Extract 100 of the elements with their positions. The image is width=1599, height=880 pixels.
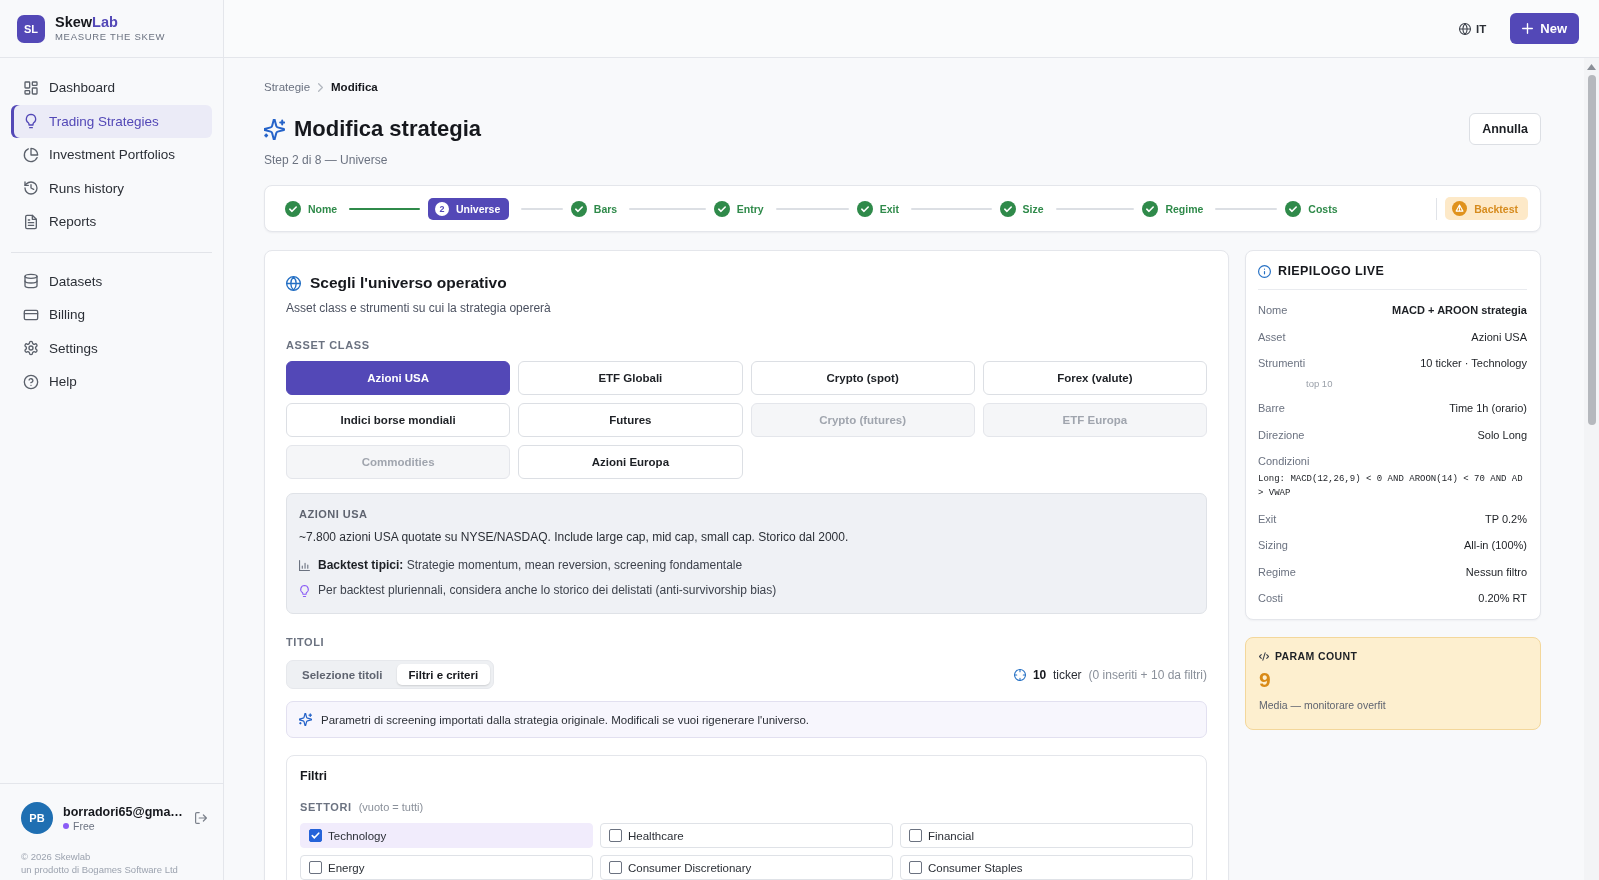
asset-class-label: ASSET CLASS bbox=[286, 338, 371, 352]
breadcrumb-link[interactable]: Strategie bbox=[264, 79, 311, 95]
summary-label: Nome bbox=[1258, 303, 1288, 318]
pie-chart-icon bbox=[23, 146, 39, 163]
asset-class-option[interactable]: Crypto (spot) bbox=[750, 361, 975, 395]
new-button[interactable]: New bbox=[1510, 13, 1579, 44]
checkbox[interactable] bbox=[309, 829, 322, 842]
step-button[interactable]: Bars bbox=[570, 200, 618, 217]
page-title: Modifica strategia bbox=[294, 115, 482, 143]
plus-icon bbox=[1522, 23, 1534, 34]
sector-option[interactable]: Energy bbox=[300, 855, 593, 880]
summary-label: Exit bbox=[1258, 511, 1277, 527]
step-button[interactable]: Size bbox=[999, 200, 1044, 217]
sector-option[interactable]: Financial bbox=[900, 823, 1193, 848]
typical-backtests-text: Backtest tipici: Strategie momentum, mean reversion, screening fondamentale bbox=[318, 557, 743, 574]
summary-note: top 10 bbox=[1306, 377, 1333, 390]
checkbox[interactable] bbox=[609, 861, 622, 874]
scroll-up-arrow-icon[interactable] bbox=[1587, 64, 1596, 70]
database-icon bbox=[23, 273, 39, 290]
help-icon bbox=[23, 373, 39, 390]
checkbox[interactable] bbox=[909, 829, 922, 842]
plan-dot-icon bbox=[63, 823, 69, 829]
step-button[interactable]: Costs bbox=[1285, 200, 1338, 217]
nav-item[interactable]: Help bbox=[11, 365, 212, 399]
summary-label: Asset bbox=[1258, 329, 1286, 345]
param-count-note: Media — monitorare overfit bbox=[1259, 698, 1387, 712]
sector-option[interactable]: Technology bbox=[300, 823, 593, 848]
globe-icon bbox=[1459, 22, 1472, 35]
checkbox[interactable] bbox=[909, 861, 922, 874]
asset-class-option[interactable]: Futures bbox=[518, 403, 743, 437]
grid-icon bbox=[23, 79, 39, 96]
brand-tagline: MEASURE THE SKEW bbox=[55, 31, 166, 43]
summary-value: Azioni USA bbox=[1471, 329, 1527, 345]
tab[interactable]: Selezione titoli bbox=[290, 664, 395, 685]
history-icon bbox=[23, 180, 39, 197]
nav-item[interactable]: Investment Portfolios bbox=[11, 138, 212, 172]
filters-title: Filtri bbox=[300, 768, 329, 784]
nav-item[interactable]: Datasets bbox=[11, 264, 212, 298]
sectors-label: SETTORI bbox=[300, 800, 352, 814]
nav-item[interactable]: Billing bbox=[11, 298, 212, 332]
scrollbar[interactable] bbox=[1584, 58, 1599, 880]
summary-label: Condizioni bbox=[1258, 454, 1311, 469]
asset-class-option[interactable]: Indici borse mondiali bbox=[286, 403, 511, 437]
globe-icon bbox=[286, 275, 301, 291]
section-title: Scegli l'universo operativo bbox=[310, 273, 507, 293]
info-description: ~7.800 azioni USA quotate su NYSE/NASDAQ. Include large cap, mid cap, small cap. Storico dal 2000. bbox=[299, 529, 850, 546]
logout-button[interactable] bbox=[195, 812, 207, 824]
step-button[interactable]: Entry bbox=[713, 200, 764, 217]
summary-label: Barre bbox=[1258, 401, 1285, 416]
step-button[interactable]: Regime bbox=[1142, 200, 1204, 217]
current-step-button[interactable]: 2 Universe bbox=[427, 197, 510, 220]
tab[interactable]: Filtri e criteri bbox=[396, 664, 491, 685]
sparkle-icon bbox=[299, 713, 312, 726]
sector-option[interactable]: Consumer Staples bbox=[900, 855, 1193, 880]
summary-value: Time 1h (orario) bbox=[1449, 401, 1527, 416]
logo-badge: SL bbox=[17, 14, 45, 43]
conditions-code: Long: MACD(12,26,9) < 0 AND AROON(14) < 70 AND AD > VWAP bbox=[1258, 473, 1524, 500]
checkbox[interactable] bbox=[609, 829, 622, 842]
step-connector bbox=[521, 207, 563, 210]
step-button[interactable]: Nome bbox=[285, 200, 338, 217]
scrollbar-thumb[interactable] bbox=[1587, 75, 1596, 425]
step-button[interactable]: Exit bbox=[856, 200, 899, 217]
asset-class-option[interactable]: Azioni USA bbox=[286, 361, 511, 395]
summary-label: Costi bbox=[1258, 591, 1284, 606]
summary-label: Sizing bbox=[1258, 538, 1288, 553]
summary-value: MACD + AROON strategia bbox=[1392, 303, 1527, 318]
summary-title: RIEPILOGO LIVE bbox=[1278, 263, 1385, 279]
sectors-hint: (vuoto = tutti) bbox=[358, 801, 424, 813]
param-count-value: 9 bbox=[1259, 668, 1272, 692]
check-circle-icon bbox=[1142, 200, 1159, 217]
nav-item[interactable]: Dashboard bbox=[11, 71, 212, 105]
cancel-button[interactable]: Annulla bbox=[1469, 113, 1541, 145]
asset-class-option[interactable]: Forex (valute) bbox=[982, 361, 1207, 395]
code-icon bbox=[1259, 651, 1269, 661]
language-switcher[interactable]: IT bbox=[1459, 22, 1487, 35]
document-icon bbox=[23, 213, 39, 230]
asset-class-option[interactable]: ETF Globali bbox=[518, 361, 743, 395]
sector-option[interactable]: Healthcare bbox=[600, 823, 893, 848]
summary-label: Direzione bbox=[1258, 427, 1305, 443]
asset-class-option[interactable]: Azioni Europa bbox=[518, 445, 743, 479]
lightbulb-icon bbox=[23, 113, 39, 130]
check-circle-icon bbox=[713, 200, 730, 217]
summary-value: TP 0.2% bbox=[1485, 511, 1527, 527]
logout-icon bbox=[195, 812, 207, 824]
bar-chart-icon bbox=[299, 560, 310, 571]
step-number: 2 bbox=[434, 201, 449, 216]
lightbulb-icon bbox=[299, 584, 310, 597]
sparkle-icon bbox=[264, 118, 285, 140]
nav-item[interactable]: Reports bbox=[11, 205, 212, 239]
checkbox[interactable] bbox=[309, 861, 322, 874]
sector-option[interactable]: Consumer Discretionary bbox=[600, 855, 893, 880]
summary-value: Nessun filtro bbox=[1465, 564, 1527, 580]
nav-item[interactable]: Runs history bbox=[11, 171, 212, 205]
summary-value: Solo Long bbox=[1477, 427, 1527, 443]
nav-item[interactable]: Settings bbox=[11, 331, 212, 365]
crosshair-icon bbox=[1013, 668, 1026, 681]
check-circle-icon bbox=[570, 200, 587, 217]
summary-value: All-in (100%) bbox=[1464, 538, 1527, 553]
info-heading: AZIONI USA bbox=[299, 507, 369, 521]
nav-item[interactable]: Trading Strategies bbox=[11, 104, 212, 138]
